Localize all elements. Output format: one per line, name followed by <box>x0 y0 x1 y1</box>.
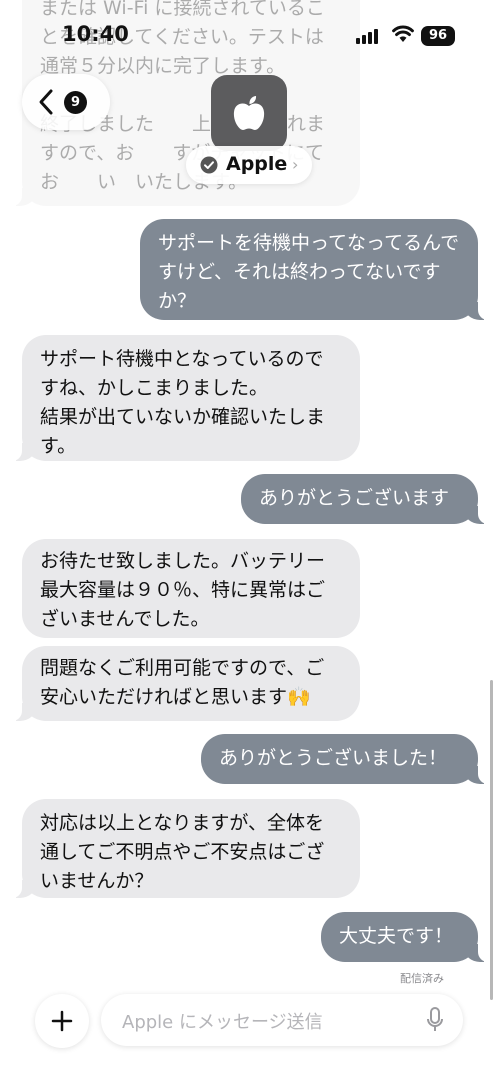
message-incoming: お待たせ致しました。バッテリー最大容量は９０％、特に異常はございませんでした。 <box>22 539 360 638</box>
message-incoming: 対応は以上となりますが、全体を通してご不明点やご不安点はございませんか？ <box>0 799 360 898</box>
contact-name-button[interactable]: Apple › <box>186 146 312 184</box>
microphone-icon[interactable] <box>424 1005 446 1035</box>
battery-indicator: 96 <box>421 26 455 46</box>
message-outgoing: ありがとうございます <box>241 474 499 524</box>
wifi-icon <box>392 25 414 42</box>
chevron-right-icon: › <box>292 155 299 174</box>
message-incoming: サポート待機中となっているのですね、かしこまりました。 結果が出ていないか確認い… <box>0 335 360 461</box>
contact-avatar[interactable] <box>211 75 287 151</box>
unread-count-badge: 9 <box>64 91 87 114</box>
plus-icon <box>51 1010 73 1032</box>
message-outgoing: 大丈夫です！ <box>321 912 499 962</box>
cellular-signal-icon <box>356 29 378 44</box>
delivery-status: 配信済み <box>400 972 444 985</box>
verified-badge-icon <box>200 156 218 174</box>
message-outgoing: ありがとうございました！ <box>201 734 499 784</box>
apple-logo-icon <box>233 96 265 130</box>
chevron-left-icon <box>39 89 53 115</box>
contact-name: Apple <box>226 153 288 175</box>
status-time: 10:40 <box>62 22 129 46</box>
add-attachment-button[interactable] <box>35 994 89 1048</box>
message-incoming: 問題なくご利用可能ですので、ご安心いただければと思います🙌 <box>0 646 360 721</box>
message-outgoing: サポートを待機中ってなってるんですけど、それは終わってないですか？ <box>140 219 499 320</box>
scrollbar[interactable] <box>490 680 493 1000</box>
back-button[interactable]: 9 <box>22 74 110 130</box>
status-bar: 10:40 96 <box>0 0 499 60</box>
message-input-placeholder: Apple にメッセージ送信 <box>122 1012 323 1033</box>
message-input[interactable]: Apple にメッセージ送信 <box>101 994 463 1046</box>
